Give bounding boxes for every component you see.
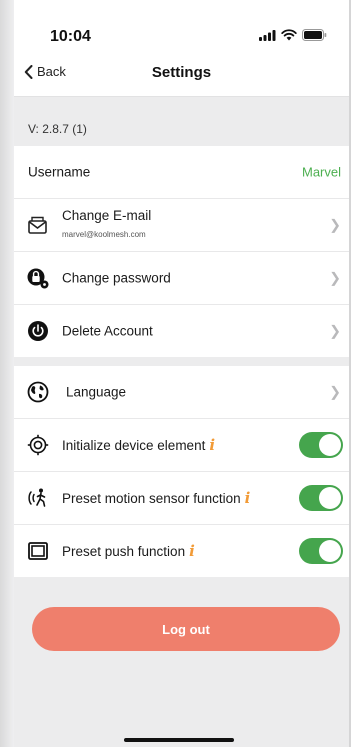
preset-push-label: Preset push function i	[62, 542, 195, 560]
app-version: V: 2.8.7 (1)	[28, 122, 87, 136]
phone-frame: 10:04 Back Settings V: 2.8.7 (1) Usernam…	[0, 0, 351, 747]
battery-icon	[302, 29, 327, 41]
delete-account-label: Delete Account	[62, 323, 153, 339]
change-password-label: Change password	[62, 270, 171, 286]
info-icon[interactable]: i	[189, 542, 195, 560]
chevron-right-icon: ❯	[329, 216, 341, 233]
status-icons	[259, 29, 327, 41]
phone-bezel	[0, 0, 14, 747]
preferences-group: Language ❯ Initialize device element i P…	[14, 366, 349, 577]
username-row: Username Marvel	[14, 146, 349, 199]
username-label: Username	[28, 164, 91, 180]
status-bar: 10:04	[14, 0, 349, 52]
wifi-icon	[281, 29, 297, 41]
initialize-device-label: Initialize device element i	[62, 436, 216, 454]
navigation-bar: Back Settings	[14, 52, 349, 97]
motion-sensor-icon	[26, 486, 50, 510]
username-value: Marvel	[301, 164, 341, 180]
status-time: 10:04	[50, 28, 91, 45]
signal-icon	[259, 29, 276, 41]
current-email: marvel@koolmesh.com	[62, 230, 146, 239]
preset-motion-sensor-row: Preset motion sensor function i	[14, 472, 349, 525]
lock-gear-icon	[26, 266, 50, 290]
logout-button[interactable]: Log out	[32, 607, 340, 651]
info-icon[interactable]: i	[209, 436, 215, 454]
language-row[interactable]: Language ❯	[14, 366, 349, 419]
change-email-row[interactable]: Change E-mail marvel@koolmesh.com ❯	[14, 199, 349, 252]
globe-icon	[26, 380, 50, 404]
account-group: Username Marvel Change E-mail marvel@koo…	[14, 146, 349, 357]
info-icon[interactable]: i	[245, 489, 251, 507]
power-icon	[26, 319, 50, 343]
initialize-device-toggle[interactable]	[299, 432, 343, 458]
chevron-right-icon: ❯	[329, 322, 341, 339]
push-button-icon	[26, 539, 50, 563]
home-indicator	[124, 738, 234, 742]
target-icon	[26, 433, 50, 457]
language-label: Language	[66, 384, 127, 400]
initialize-device-row: Initialize device element i	[14, 419, 349, 472]
preset-push-row: Preset push function i	[14, 525, 349, 577]
chevron-right-icon: ❯	[329, 269, 341, 286]
page-title: Settings	[151, 64, 212, 81]
change-email-label: Change E-mail	[62, 208, 152, 223]
chevron-right-icon: ❯	[329, 383, 341, 400]
preset-motion-sensor-label: Preset motion sensor function i	[62, 489, 251, 507]
mail-icon	[26, 213, 50, 237]
change-password-row[interactable]: Change password ❯	[14, 252, 349, 305]
settings-screen: 10:04 Back Settings V: 2.8.7 (1) Usernam…	[14, 0, 349, 747]
preset-push-toggle[interactable]	[299, 538, 343, 564]
preset-motion-sensor-toggle[interactable]	[299, 485, 343, 511]
delete-account-row[interactable]: Delete Account ❯	[14, 305, 349, 357]
